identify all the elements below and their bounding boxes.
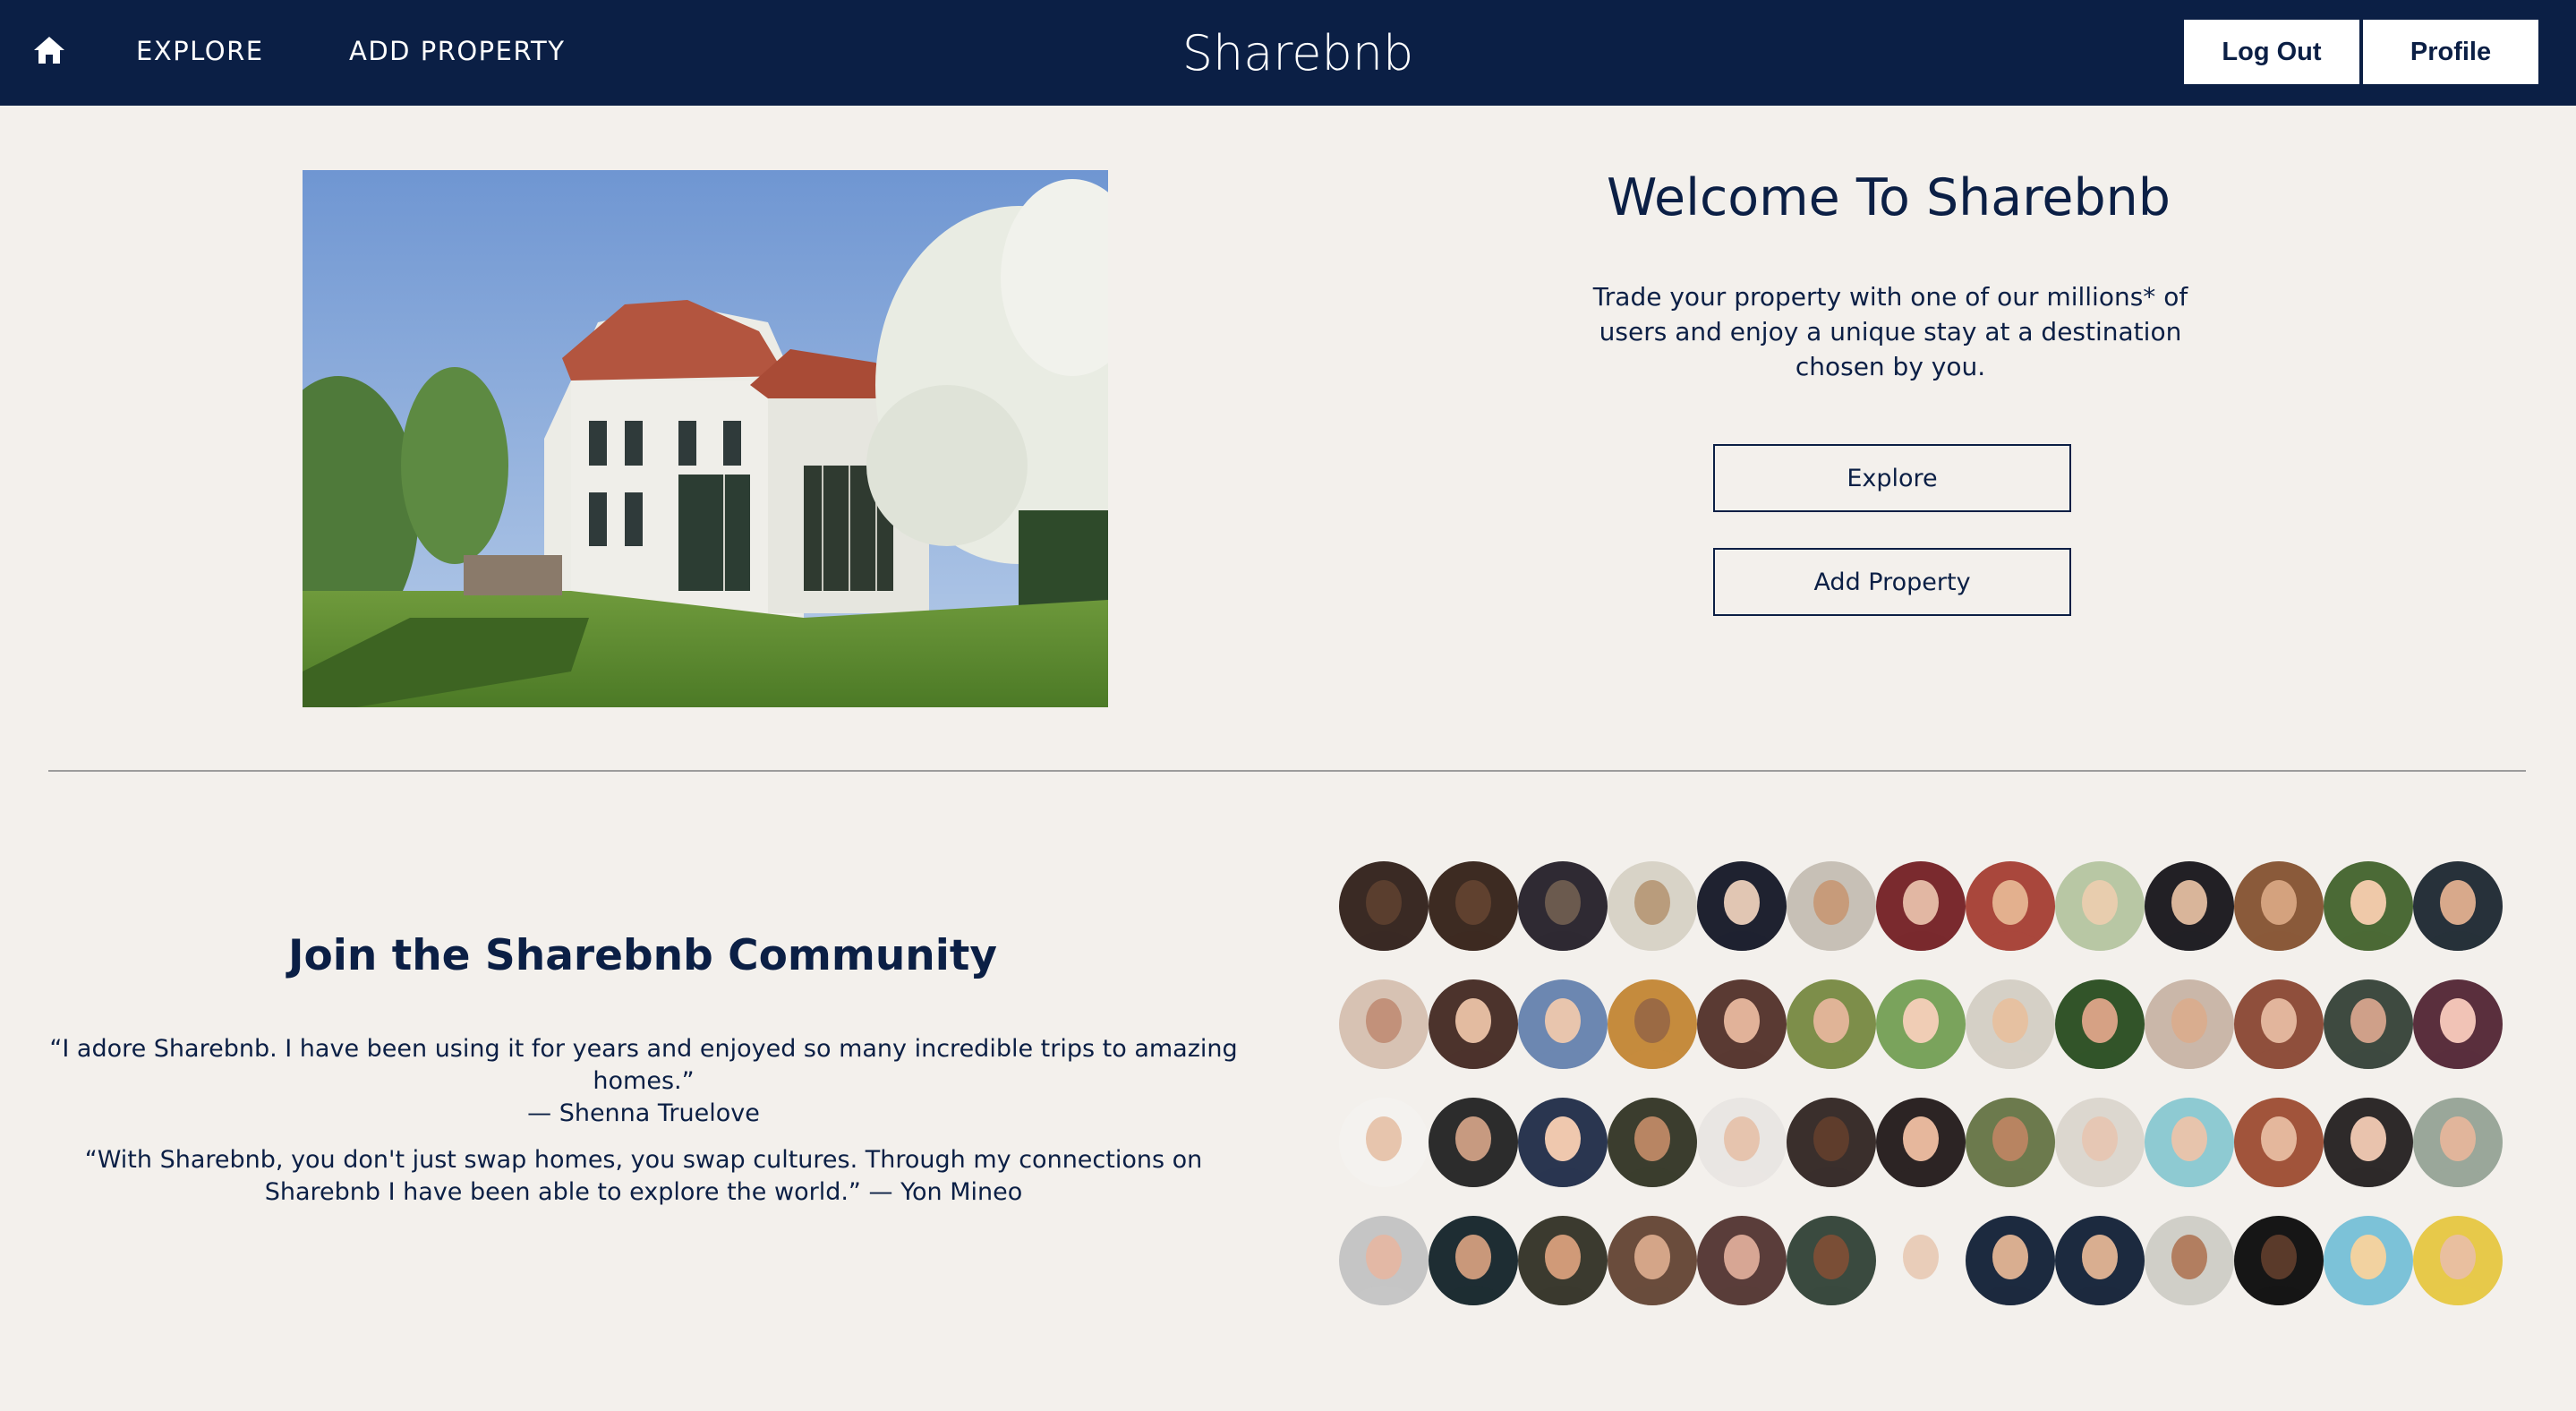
community-member-avatar[interactable] — [1339, 1098, 1429, 1187]
welcome-description: Trade your property with one of our mill… — [1592, 282, 2188, 381]
community-member-avatar[interactable] — [1608, 861, 1697, 951]
community-member-avatar[interactable] — [1518, 861, 1608, 951]
testimonial-2: “With Sharebnb, you don't just swap home… — [48, 1144, 1239, 1209]
testimonial-1: “I adore Sharebnb. I have been using it … — [48, 1033, 1239, 1130]
community-member-avatar[interactable] — [1697, 1098, 1787, 1187]
community-member-avatar[interactable] — [1518, 1216, 1608, 1305]
community-member-avatar[interactable] — [2324, 861, 2413, 951]
community-member-avatar[interactable] — [1429, 1098, 1518, 1187]
community-member-avatar[interactable] — [1787, 861, 1876, 951]
section-divider — [48, 770, 2526, 772]
community-member-avatar[interactable] — [2055, 1098, 2145, 1187]
community-member-avatar[interactable] — [2055, 979, 2145, 1069]
testimonial-text: “With Sharebnb, you don't just swap home… — [84, 1146, 1203, 1206]
navbar: EXPLORE ADD PROPERTY Sharebnb Log Out Pr… — [0, 0, 2576, 106]
community-member-avatar[interactable] — [2413, 979, 2503, 1069]
community-member-avatar[interactable] — [1697, 979, 1787, 1069]
community-member-avatar[interactable] — [1339, 1216, 1429, 1305]
testimonial-author: — Shenna Truelove — [527, 1099, 760, 1127]
community-member-avatar[interactable] — [2055, 861, 2145, 951]
community-member-avatar[interactable] — [1787, 1216, 1876, 1305]
community-member-avatar[interactable] — [2324, 1216, 2413, 1305]
community-member-avatar[interactable] — [2145, 861, 2234, 951]
community-member-avatar[interactable] — [2413, 1098, 2503, 1187]
community-member-avatar[interactable] — [1697, 1216, 1787, 1305]
community-member-avatar[interactable] — [1339, 979, 1429, 1069]
community-member-avatar[interactable] — [1608, 979, 1697, 1069]
community-member-avatar[interactable] — [1966, 1098, 2055, 1187]
community-member-avatar[interactable] — [2145, 1098, 2234, 1187]
home-icon[interactable] — [32, 34, 66, 66]
add-property-button[interactable]: Add Property — [1713, 548, 2071, 616]
community-member-avatar[interactable] — [2055, 1216, 2145, 1305]
community-member-avatar[interactable] — [1876, 979, 1966, 1069]
explore-button[interactable]: Explore — [1713, 444, 2071, 512]
community-member-avatar[interactable] — [2413, 1216, 2503, 1305]
community-member-avatar[interactable] — [2234, 1098, 2324, 1187]
community-member-avatar[interactable] — [1608, 1098, 1697, 1187]
brand-logo[interactable]: Sharebnb — [1128, 25, 1468, 81]
community-member-avatar[interactable] — [1429, 861, 1518, 951]
community-member-avatar[interactable] — [1876, 1216, 1966, 1305]
community-member-avatar[interactable] — [1518, 979, 1608, 1069]
community-member-avatar[interactable] — [1966, 861, 2055, 951]
community-member-avatar[interactable] — [2324, 1098, 2413, 1187]
community-title: Join the Sharebnb Community — [288, 931, 997, 980]
community-member-avatar[interactable] — [2145, 1216, 2234, 1305]
community-member-avatar[interactable] — [1876, 1098, 1966, 1187]
hero-house-image — [303, 170, 1108, 707]
community-member-avatar[interactable] — [1787, 979, 1876, 1069]
community-member-avatar[interactable] — [1966, 979, 2055, 1069]
community-member-avatar[interactable] — [2234, 861, 2324, 951]
testimonial-text: “I adore Sharebnb. I have been using it … — [49, 1035, 1238, 1095]
community-member-avatar[interactable] — [1697, 861, 1787, 951]
community-member-avatar[interactable] — [1518, 1098, 1608, 1187]
nav-add-property-link[interactable]: ADD PROPERTY — [349, 36, 565, 66]
community-member-avatar[interactable] — [2145, 979, 2234, 1069]
community-member-avatar[interactable] — [1339, 861, 1429, 951]
community-member-avatar[interactable] — [1876, 861, 1966, 951]
testimonial-author: — Yon Mineo — [868, 1178, 1023, 1206]
logout-button[interactable]: Log Out — [2184, 20, 2359, 84]
community-member-avatar[interactable] — [1608, 1216, 1697, 1305]
welcome-title: Welcome To Sharebnb — [1607, 168, 2171, 227]
community-member-avatar[interactable] — [2324, 979, 2413, 1069]
community-member-avatar[interactable] — [2413, 861, 2503, 951]
nav-explore-link[interactable]: EXPLORE — [136, 36, 264, 66]
community-member-avatar[interactable] — [1966, 1216, 2055, 1305]
community-avatar-grid — [1339, 861, 2512, 1309]
profile-button[interactable]: Profile — [2363, 20, 2538, 84]
community-member-avatar[interactable] — [2234, 1216, 2324, 1305]
community-member-avatar[interactable] — [1787, 1098, 1876, 1187]
community-member-avatar[interactable] — [1429, 979, 1518, 1069]
community-member-avatar[interactable] — [1429, 1216, 1518, 1305]
community-member-avatar[interactable] — [2234, 979, 2324, 1069]
